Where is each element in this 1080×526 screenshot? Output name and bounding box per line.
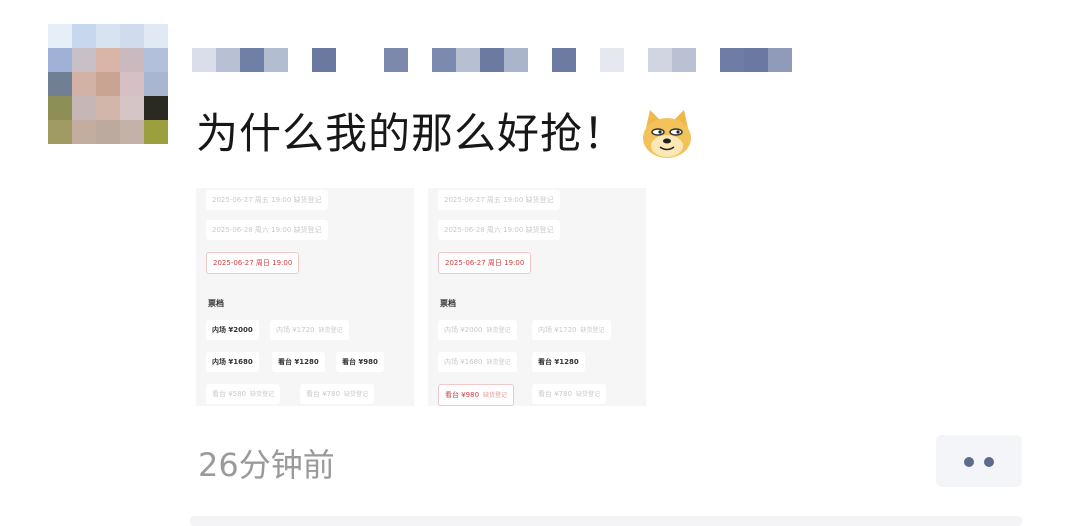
date-option: 2025-06-27 周五 19:00 缺货登记 [438,190,560,210]
date-option-selected: 2025-06-27 周日 19:00 [206,252,300,274]
price-option: 看台 ¥980 [336,352,384,372]
section-title: 票档 [208,299,224,308]
price-option: 内场 ¥1720 缺货登记 [532,320,611,340]
nickname-blurred[interactable] [192,48,812,72]
post-timestamp: 26分钟前 [198,446,335,484]
price-option: 内场 ¥2000 缺货登记 [438,320,517,340]
more-dots-icon [964,457,974,467]
doge-emoji-icon [643,110,691,158]
price-option: 内场 ¥1680 缺货登记 [438,352,517,372]
price-option: 看台 ¥780 缺货登记 [300,384,375,404]
date-option: 2025-06-27 周五 19:00 缺货登记 [206,190,328,210]
date-option-selected: 2025-06-27 周日 19:00 [438,252,532,274]
more-button[interactable] [936,435,1022,487]
price-option: 内场 ¥2000 [206,320,259,340]
avatar[interactable] [48,24,168,144]
more-dots-icon [984,457,994,467]
price-option: 看台 ¥780 缺货登记 [532,384,607,404]
date-option: 2025-06-28 周六 19:00 缺货登记 [438,220,560,240]
price-option-selected: 看台 ¥980 缺货登记 [438,384,515,406]
section-title: 票档 [440,299,456,308]
price-option: 看台 ¥580 缺货登记 [206,384,281,404]
attached-image-2[interactable]: 2025-06-27 周五 19:00 缺货登记 2025-06-28 周六 1… [428,188,646,406]
price-option: 看台 ¥1280 [532,352,585,372]
attached-image-1[interactable]: 2025-06-27 周五 19:00 缺货登记 2025-06-28 周六 1… [196,188,414,406]
post-text: 为什么我的那么好抢！ [196,109,627,158]
price-option: 看台 ¥1280 [272,352,325,372]
price-option: 内场 ¥1680 [206,352,259,372]
price-option: 内场 ¥1720 缺货登记 [270,320,349,340]
divider [190,516,1022,526]
date-option: 2025-06-28 周六 19:00 缺货登记 [206,220,328,240]
